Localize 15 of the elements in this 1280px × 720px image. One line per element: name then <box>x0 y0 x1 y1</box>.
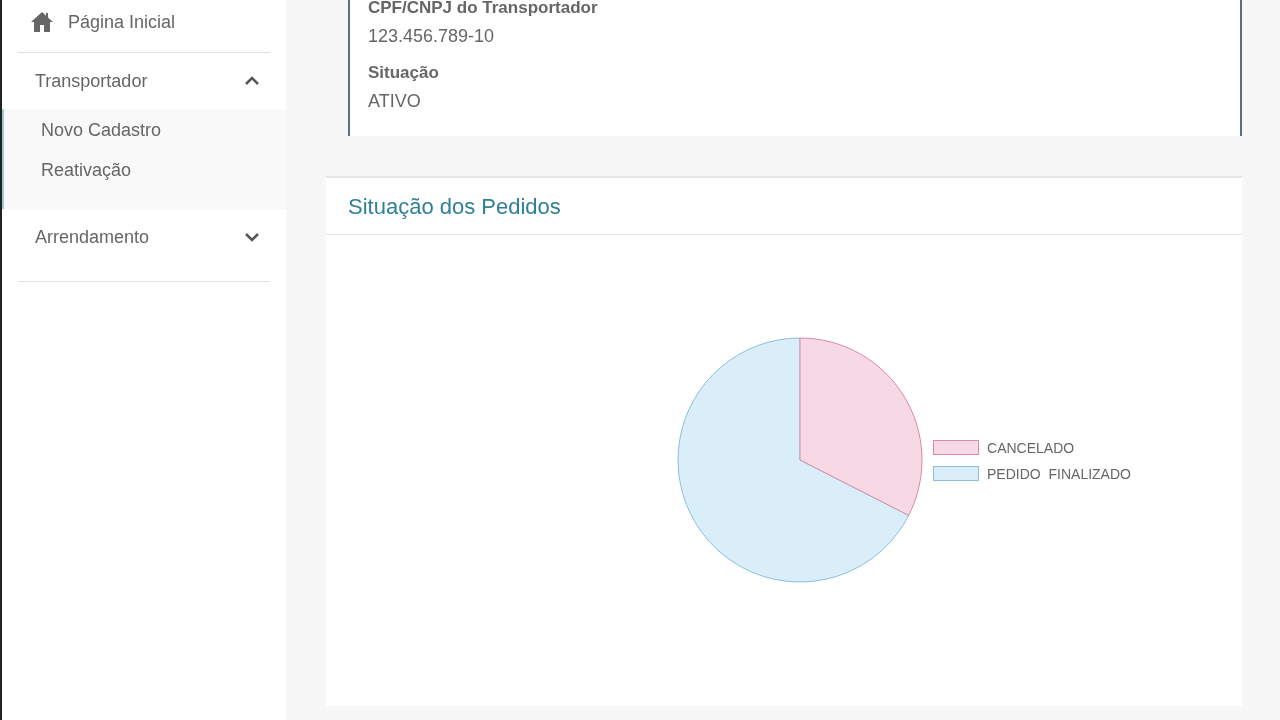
chevron-icon <box>244 232 260 242</box>
menu-group-header[interactable]: Transportador <box>18 53 270 109</box>
legend-label: PEDIDO FINALIZADO <box>987 465 1131 482</box>
field-label: CPF/CNPJ do Transportador <box>368 0 599 18</box>
menu-group-header[interactable]: Arrendamento <box>18 209 270 265</box>
panel-title: Situação dos Pedidos <box>326 178 1242 235</box>
submenu-item[interactable]: Novo Cadastro <box>41 115 162 155</box>
home-link[interactable]: Página Inicial <box>18 0 270 53</box>
field-value: 123.456.789-10 <box>368 26 496 47</box>
submenu-item[interactable]: Reativação <box>41 155 132 195</box>
chevron-icon <box>244 76 260 86</box>
field-label: Situação <box>368 63 440 83</box>
field-value: ATIVO <box>368 91 422 112</box>
home-icon <box>30 11 54 33</box>
legend-label: CANCELADO <box>987 439 1075 456</box>
